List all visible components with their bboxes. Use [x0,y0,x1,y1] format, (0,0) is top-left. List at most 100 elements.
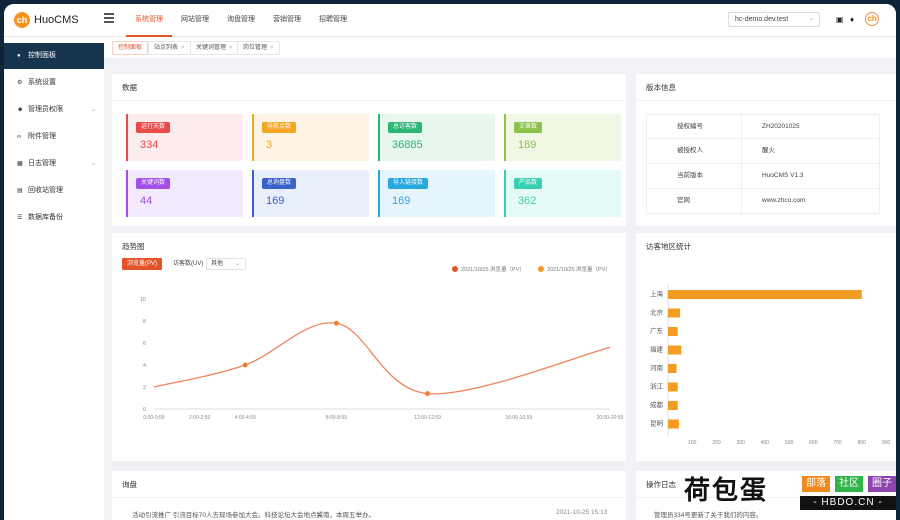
x-tick-label: 8:00-8:59 [326,415,347,421]
bar[interactable] [668,364,677,373]
sidebar-item-label: 系统设置 [28,79,56,86]
stat-label: 总询盘数 [262,178,297,189]
bar[interactable] [668,327,678,336]
data-point[interactable] [333,320,339,326]
stat-tile: 导航点数 3 [252,114,369,161]
legend-label: 2021/10/25 浏览量（PV） [547,267,611,273]
brand-name: HuoCMS [34,14,79,26]
category-label: 成都 [650,400,664,409]
stat-tile: 关键词数 44 [126,170,243,217]
y-tick-label: 4 [143,363,146,369]
close-icon[interactable]: × [229,45,233,51]
chevron-down-icon: ⌄ [234,261,240,267]
top-nav-system[interactable]: 系统管理 [126,4,172,37]
bar[interactable] [668,308,681,318]
version-row: 授权编号 ZH20201025 [646,114,880,139]
stat-value: 169 [392,195,411,207]
region-card: 访客地区统计 上海 北京 广东 福建 河南 浙江 成都 昆明 100 200 300 400 500 60… [636,233,896,461]
bar[interactable] [668,419,679,429]
bar[interactable] [668,345,682,355]
stat-value: 169 [266,195,285,207]
site-select[interactable]: hc-demo.dev.test ⌄ [728,12,820,27]
sidebar-item-label: 回收站管理 [28,187,63,194]
region-chart: 上海北京广东福建河南浙江成都昆明 100 200 300 400 500 600 700 800… [650,285,890,446]
x-tick-label: 500 [785,440,794,446]
tab-dashboard[interactable]: 控制面板 [112,41,149,55]
tab-keywords[interactable]: 关键词管理 × [190,41,239,55]
card-title: 数据 [122,83,137,92]
bar[interactable] [668,401,678,410]
sidebar-item-backup[interactable]: ☰ 数据库备份 [4,205,104,231]
sidebar-item-admin[interactable]: ☻ 管理员权限 ⌄ [4,97,104,123]
x-tick-label: 4:00-4:59 [235,415,256,421]
tab-label: 站点列表 [154,45,179,51]
sidebar-item-settings[interactable]: ⚙ 系统设置 [4,70,104,96]
bar[interactable] [668,290,862,299]
bell-icon[interactable]: ♦ [850,15,854,25]
trash-icon: ▤ [17,188,23,194]
data-point[interactable] [242,362,248,368]
pv-toggle[interactable]: 浏览量(PV) [122,258,163,270]
watermark: 荷包蛋 部落 社区 圈子 - HBDO.CN - [674,468,900,520]
stat-tile: 文章数 189 [504,114,621,161]
bar[interactable] [668,382,678,392]
sidebar-item-logs[interactable]: ▦ 日志管理 ⌄ [4,151,104,177]
sidebar-item-label: 日志管理 [28,160,56,167]
version-card: 版本信息 授权编号 ZH20201025 被授权人 醒火 当前版本 HuoCMS V1.3… [636,74,896,226]
x-tick-label: 600 [809,440,818,446]
divider [741,115,742,138]
watermark-tag: 部落 [802,476,830,492]
watermark-tag: 社区 [835,476,863,492]
trend-card: 趋势图 浏览量(PV) 访客数(UV) 其他 ⌄ 2021/10/25 浏览量（P… [112,233,626,461]
sidebar-item-label: 数据库备份 [28,214,63,221]
y-tick-label: 6 [143,341,146,347]
top-nav-recruit[interactable]: 招聘管理 [310,4,356,37]
sidebar-item-recycle[interactable]: ▤ 回收站管理 [4,178,104,204]
other-select[interactable]: 其他 ⌄ [206,258,246,270]
y-tick-label: 10 [140,297,146,303]
menu-fold-icon[interactable] [104,13,114,23]
x-tick-label: 0:00-0:59 [143,415,164,421]
close-icon[interactable]: × [270,45,274,51]
divider [636,100,896,101]
user-icon: ☻ [17,107,24,113]
top-nav-inquiry[interactable]: 询盘管理 [218,4,264,37]
category-label: 广东 [650,326,664,335]
x-tick-label: 400 [761,440,770,446]
stat-label: 关键词数 [136,178,171,189]
sidebar-item-attachments[interactable]: ∞ 附件管理 [4,124,104,150]
watermark-title: 荷包蛋 [684,475,769,505]
tab-jobs[interactable]: 岗位管理 × [237,41,280,55]
inquiry-time: 2021-10-25 15:13 [556,509,608,516]
divider [741,139,742,163]
gear-icon: ⚙ [17,80,23,86]
divider [741,164,742,188]
avatar[interactable]: ch [865,12,879,26]
divider [112,497,626,498]
legend-label: 2021/10/25 浏览量（PV） [461,267,525,273]
sidebar-item-dashboard[interactable]: ● 控制面板 [4,43,104,69]
tab-site-list[interactable]: 站点列表 × [148,41,191,55]
log-icon: ▦ [17,161,23,167]
stat-label: 运行天数 [136,122,171,133]
data-point[interactable] [425,391,431,397]
stat-tile: 产品数 362 [504,170,621,217]
stat-label: 导入链接数 [388,178,429,189]
stat-label: 产品数 [514,178,543,189]
legend-dot [538,266,544,272]
stat-tile: 运行天数 334 [126,114,243,161]
inquiry-text[interactable]: 活动引流推广 引流目标70人去现场参加大会。科技论坛大会地点冀南，本周五举办。 [132,509,375,519]
stat-value: 334 [140,139,159,151]
legend-item: 2021/10/25 浏览量（PV） [452,265,525,273]
chevron-down-icon: ⌄ [90,107,96,113]
tab-label: 关键词管理 [196,45,227,51]
fullscreen-icon[interactable]: ▣ [836,15,844,25]
divider [112,100,626,101]
tab-label: 岗位管理 [243,45,268,51]
top-nav-website[interactable]: 网站管理 [172,4,218,37]
uv-toggle[interactable]: 访客数(UV) [168,258,208,270]
stat-value: 362 [518,195,537,207]
top-nav-marketing[interactable]: 营销管理 [264,4,310,37]
inquiry-card: 询盘 活动引流推广 引流目标70人去现场参加大会。科技论坛大会地点冀南，本周五举… [112,471,626,520]
close-icon[interactable]: × [181,45,185,51]
